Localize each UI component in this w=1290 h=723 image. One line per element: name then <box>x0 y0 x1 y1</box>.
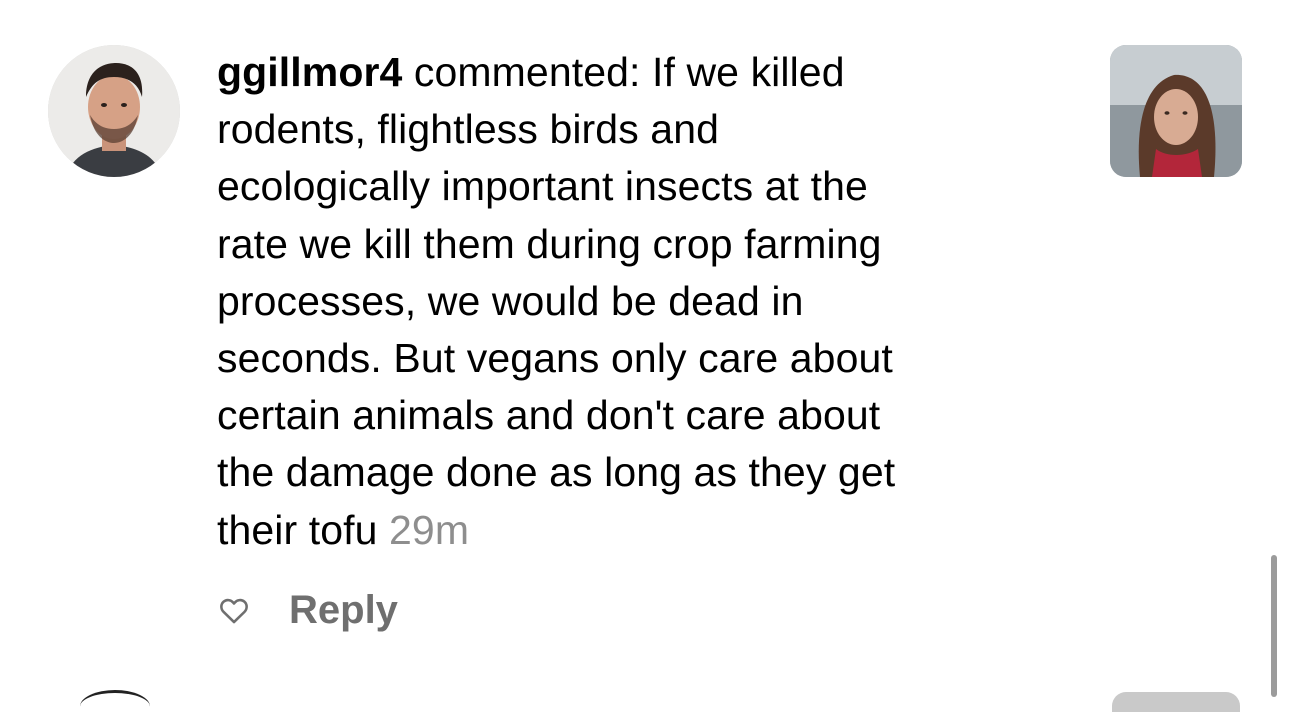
comment-line: their tofu 29m <box>217 502 1047 559</box>
comment-line: seconds. But vegans only care about <box>217 335 893 382</box>
comment-line: processes, we would be dead in <box>217 277 804 324</box>
comment-text: ggillmor4 commented: If we killed rodent… <box>217 44 1047 559</box>
comment-line: ggillmor4 commented: If we killed <box>217 44 1047 101</box>
next-comment-avatar[interactable] <box>80 690 150 723</box>
comment-line-text: commented: If we killed <box>402 49 845 95</box>
comment-line: ecologically important insects at the <box>217 163 868 210</box>
comment-line: the damage done as long as they get <box>217 449 896 496</box>
comment-line: certain animals and don't care about <box>217 392 881 439</box>
comment-timestamp: 29m <box>389 506 470 553</box>
comment-username[interactable]: ggillmor4 <box>217 49 402 95</box>
post-thumbnail[interactable] <box>1110 45 1242 177</box>
reply-button[interactable]: Reply <box>289 588 398 633</box>
heart-outline-icon[interactable] <box>217 593 251 627</box>
scrollbar[interactable] <box>1271 555 1277 697</box>
commenter-avatar[interactable] <box>48 45 180 177</box>
next-post-thumbnail[interactable] <box>1112 692 1240 712</box>
comment-line-text: their tofu <box>217 506 390 553</box>
comment-line: rate we kill them during crop farming <box>217 220 882 267</box>
comment-line: rodents, flightless birds and <box>217 106 720 153</box>
comment-actions: Reply <box>217 585 398 635</box>
